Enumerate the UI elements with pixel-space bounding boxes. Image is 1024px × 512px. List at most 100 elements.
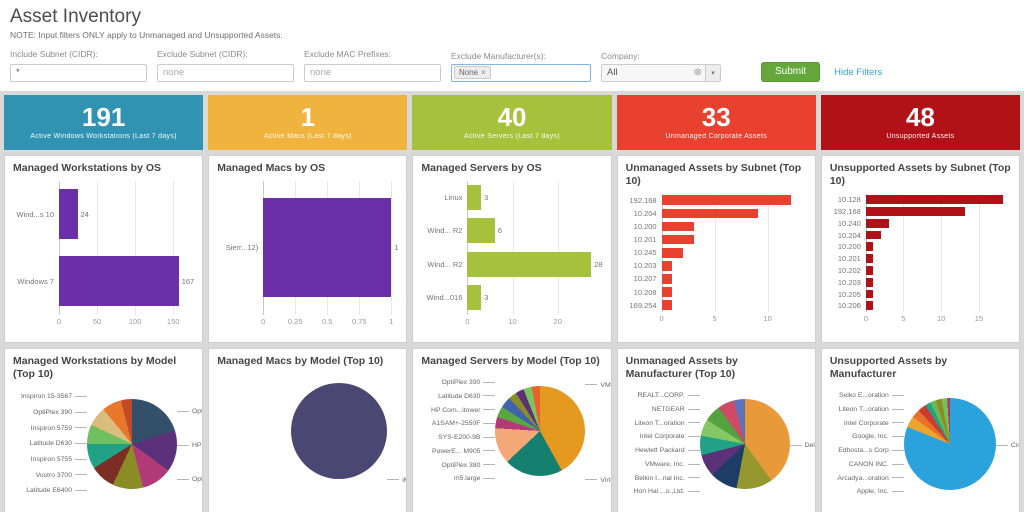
category-label: 10.206 bbox=[830, 301, 866, 310]
chart-title: Managed Workstations by OS bbox=[13, 162, 194, 175]
bar bbox=[662, 261, 673, 271]
bar bbox=[662, 300, 673, 310]
chart-title: Managed Servers by OS bbox=[421, 162, 602, 175]
bar-area bbox=[866, 300, 1011, 312]
kpi-unmanaged-corporate-assets: 33 Unmanaged Corporate Assets bbox=[617, 95, 816, 150]
bar-row: Wind...0163 bbox=[421, 281, 602, 315]
pie bbox=[700, 399, 790, 489]
slice-label: Virtual Machine bbox=[585, 477, 611, 484]
bar bbox=[866, 195, 1004, 204]
hide-filters-link[interactable]: Hide Filters bbox=[834, 67, 882, 78]
company-label: Company: bbox=[601, 51, 721, 61]
x-axis: 01020 bbox=[467, 315, 600, 327]
x-tick-label: 0 bbox=[465, 317, 469, 326]
exclude-subnet-label: Exclude Subnet (CIDR): bbox=[157, 49, 294, 59]
category-label: Windows 7 bbox=[13, 277, 59, 286]
exclude-mac-input[interactable] bbox=[304, 64, 441, 82]
pie bbox=[904, 398, 996, 490]
slice-label: OptiPlex 990 bbox=[177, 476, 203, 483]
value-label: 3 bbox=[484, 293, 488, 302]
bar bbox=[59, 256, 179, 306]
filter-bar: Include Subnet (CIDR): Exclude Subnet (C… bbox=[10, 49, 1014, 82]
chart-title: Managed Macs by Model (Top 10) bbox=[217, 355, 398, 368]
filter-exclude-subnet: Exclude Subnet (CIDR): bbox=[157, 49, 294, 82]
dashboard: 191 Active Windows Workstations (Last 7 … bbox=[0, 91, 1024, 512]
company-select[interactable]: All ⊗ ▾ bbox=[601, 64, 721, 82]
x-tick-label: 1 bbox=[389, 317, 393, 326]
kpi-active-macs: 1 Active Macs (Last 7 days) bbox=[208, 95, 407, 150]
bar-row: Wind...s 1024 bbox=[13, 181, 194, 248]
exclude-subnet-input[interactable] bbox=[157, 64, 294, 82]
bar bbox=[662, 235, 694, 245]
slice-label: Dell Inc. bbox=[790, 442, 816, 449]
filter-include-subnet: Include Subnet (CIDR): bbox=[10, 49, 147, 82]
chip-remove-icon[interactable]: × bbox=[481, 68, 486, 77]
slice-label: Apple, Inc. bbox=[857, 488, 904, 495]
pie-labels-left: REALT...CORP.NETGEARLiteon T...orationIn… bbox=[626, 385, 700, 503]
bar bbox=[866, 242, 874, 251]
category-label: 192.168 bbox=[830, 207, 866, 216]
bar-area: 28 bbox=[467, 248, 602, 282]
category-label: 10.202 bbox=[830, 266, 866, 275]
pie bbox=[87, 399, 177, 489]
exclude-manufacturer-input[interactable]: None × bbox=[451, 64, 591, 82]
slice-label: m5.large bbox=[454, 475, 495, 482]
slice-label: Latitude D630 bbox=[438, 393, 495, 400]
clear-icon[interactable]: ⊗ bbox=[691, 67, 705, 78]
slice-label: OptiPlex 760 bbox=[177, 408, 203, 415]
bar-area bbox=[866, 276, 1011, 288]
slice-label: Edhosta...s Corp bbox=[838, 447, 904, 454]
x-tick-label: 150 bbox=[167, 317, 180, 326]
bar-chart: 192.16810.20410.20010.20110.24510.20310.… bbox=[626, 194, 807, 324]
bar-area bbox=[662, 246, 807, 259]
bar-row: 10.245 bbox=[626, 246, 807, 259]
pie-labels-left bbox=[217, 372, 291, 490]
x-tick-label: 5 bbox=[901, 314, 905, 323]
slice-label: Belkin I...nal Inc. bbox=[635, 475, 700, 482]
bar-area bbox=[866, 229, 1011, 241]
bar-area bbox=[866, 265, 1011, 277]
x-tick-label: 50 bbox=[93, 317, 101, 326]
slice-label: OptiPlex 390 bbox=[441, 379, 495, 386]
kpi-label: Unmanaged Corporate Assets bbox=[665, 133, 767, 140]
submit-button[interactable]: Submit bbox=[761, 62, 820, 82]
bar-plot: Wind...s 1024Windows 7167 bbox=[13, 181, 194, 315]
bar-area bbox=[866, 253, 1011, 265]
bar bbox=[662, 274, 673, 284]
category-label: 10.203 bbox=[830, 278, 866, 287]
bar-row: Wind... R228 bbox=[421, 248, 602, 282]
slice-label: Inspiron 15-3567 bbox=[21, 393, 87, 400]
bar-row: Sierr...12)1 bbox=[217, 181, 398, 315]
bar-row: 10.202 bbox=[830, 265, 1011, 277]
bar-row: 10.200 bbox=[830, 241, 1011, 253]
pie-labels-right: Dell Inc. bbox=[790, 385, 816, 503]
include-subnet-input[interactable] bbox=[10, 64, 147, 82]
pie-labels-right: VMware ...atformVirtual Machine bbox=[585, 372, 611, 490]
bar-area bbox=[662, 259, 807, 272]
slice-label: VMware, Inc. bbox=[645, 461, 700, 468]
bar bbox=[866, 278, 874, 287]
filter-company: Company: All ⊗ ▾ bbox=[601, 51, 721, 82]
bar-row: 10.205 bbox=[830, 288, 1011, 300]
bar-chart-row: Managed Workstations by OS Wind...s 1024… bbox=[4, 155, 1020, 343]
page-title: Asset Inventory bbox=[10, 6, 1014, 28]
slice-label: Seiko E...oration bbox=[839, 392, 904, 399]
slice-label: SYS-E200-9B bbox=[438, 434, 495, 441]
bar-area bbox=[662, 207, 807, 220]
bar-row: 10.204 bbox=[830, 229, 1011, 241]
exclude-manufacturer-label: Exclude Manufacturer(s): bbox=[451, 51, 591, 61]
chart-managed-macs-by-model: Managed Macs by Model (Top 10) iMac12,1 bbox=[208, 348, 407, 512]
exclude-mac-label: Exclude MAC Prefixes: bbox=[304, 49, 441, 59]
category-label: 192.168 bbox=[626, 196, 662, 205]
bar bbox=[866, 266, 874, 275]
x-tick-label: 0 bbox=[864, 314, 868, 323]
kpi-value: 1 bbox=[301, 104, 315, 131]
slice-label: REALT...CORP. bbox=[638, 392, 700, 399]
chevron-down-icon[interactable]: ▾ bbox=[705, 65, 720, 81]
slice-label: Intel Corporate bbox=[640, 433, 700, 440]
slice-label: HP Com...itower bbox=[431, 407, 495, 414]
chart-title: Managed Macs by OS bbox=[217, 162, 398, 175]
pie-chart: iMac12,1 bbox=[217, 372, 398, 490]
x-axis: 0510 bbox=[662, 312, 805, 324]
bar bbox=[866, 254, 874, 263]
